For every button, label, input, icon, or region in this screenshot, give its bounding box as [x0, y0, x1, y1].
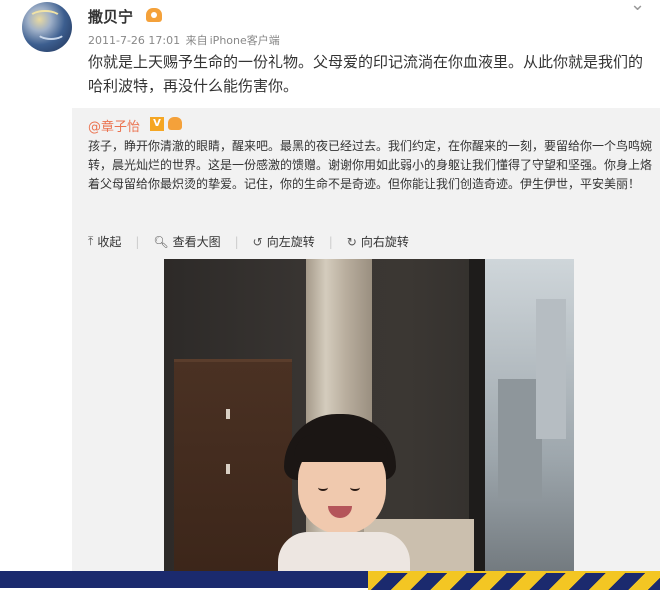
post-source[interactable]: iPhone客户端	[210, 34, 280, 47]
rotate-right-button[interactable]: ↻ 向右旋转	[347, 233, 409, 250]
photo-child-bangs	[294, 434, 388, 462]
photo-cabinet-knob	[226, 409, 230, 419]
repost-box: @章子怡 V 孩子，睁开你清澈的眼睛，醒来吧。最黑的夜已经过去。我们约定，在你醒…	[72, 108, 660, 588]
avatar[interactable]	[22, 2, 72, 52]
verified-badge-icon: V	[150, 117, 164, 131]
repost-text: 孩子，睁开你清澈的眼睛，醒来吧。最黑的夜已经过去。我们约定，在你醒来的一刻，要留…	[88, 139, 653, 191]
view-large-label: 查看大图	[172, 235, 221, 249]
photo-cabinet	[174, 359, 292, 588]
weibo-post: 撒贝宁 ⌄ 2011-7-26 17:01 来自 iPhone客户端 你就是上天赐…	[0, 0, 660, 590]
vip-badge-icon	[146, 8, 162, 22]
repost-username[interactable]: @章子怡	[88, 116, 140, 135]
view-large-button[interactable]: 🔍︎ 查看大图	[153, 233, 220, 250]
post-meta: 2011-7-26 17:01 来自 iPhone客户端	[88, 32, 282, 48]
photo-child-eye-2	[350, 484, 360, 491]
post-time: 2011-7-26 17:01	[88, 34, 181, 47]
post-username[interactable]: 撒贝宁	[88, 6, 133, 27]
photo-building-2	[536, 299, 566, 439]
zoom-icon: 🔍︎	[153, 234, 169, 249]
bottom-banner	[0, 571, 375, 588]
post-photo[interactable]	[164, 259, 574, 588]
collapse-icon: ⤒	[88, 234, 94, 248]
action-divider: |	[135, 234, 140, 249]
rotate-left-label: 向左旋转	[266, 235, 315, 249]
hazard-stripe	[368, 571, 660, 590]
collapse-label: 收起	[97, 235, 122, 249]
rotate-right-label: 向右旋转	[360, 235, 409, 249]
action-divider: |	[234, 234, 239, 249]
post-text: 你就是上天赐予生命的一份礼物。父母爱的印记流淌在你血液里。从此你就是我们的哈利波…	[88, 53, 644, 95]
rotate-left-icon: ↺	[252, 234, 263, 249]
collapse-button[interactable]: ⤒ 收起	[88, 233, 121, 250]
rotate-left-button[interactable]: ↺ 向左旋转	[253, 233, 315, 250]
more-chevron-icon[interactable]: ⌄	[630, 0, 645, 15]
photo-child-eye	[318, 484, 328, 491]
photo-child	[278, 414, 410, 588]
post-source-prefix: 来自	[185, 34, 208, 47]
rotate-right-icon: ↻	[346, 234, 357, 249]
image-actions: ⤒ 收起 | 🔍︎ 查看大图 | ↺ 向左旋转 | ↻ 向右旋转	[88, 233, 409, 250]
avatar-swirl-2	[36, 24, 66, 40]
photo-cabinet-knob-2	[226, 464, 230, 474]
action-divider: |	[328, 234, 333, 249]
vip-badge-icon	[168, 117, 182, 130]
